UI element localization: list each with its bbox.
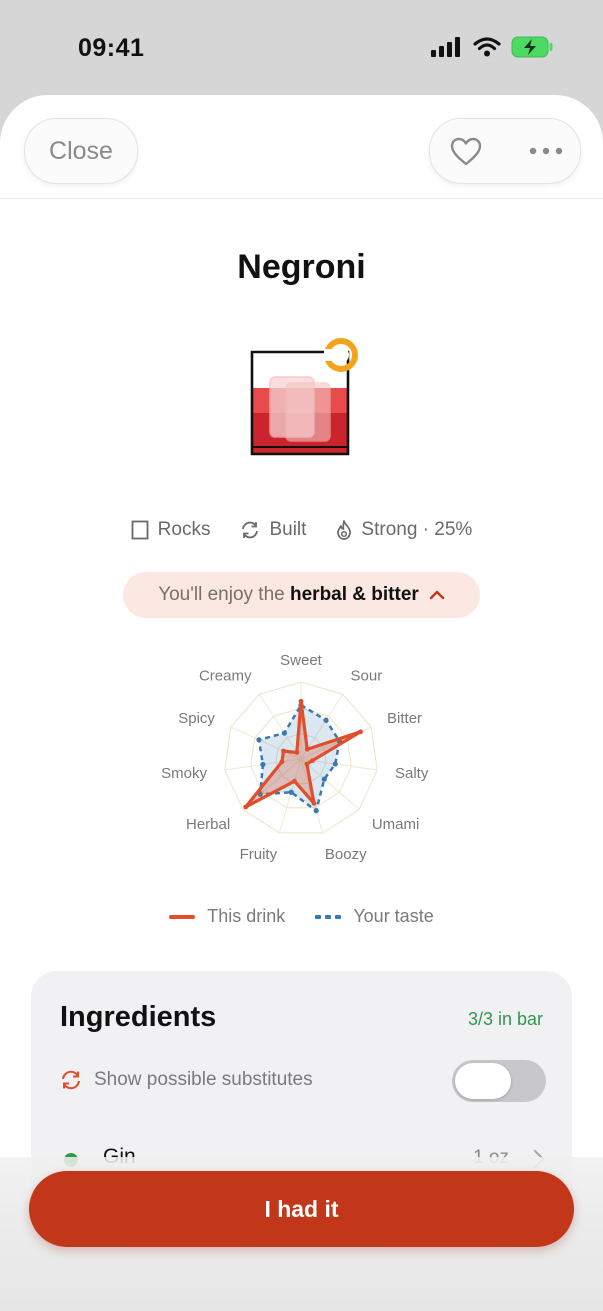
your-taste-point [281,730,287,736]
legend-this-drink-label: This drink [207,906,286,926]
more-dots-icon [529,147,563,155]
drink-meta-row: Rocks Built Strong · 25% [0,519,603,541]
meta-strength: Strong · 25% [336,519,472,541]
heart-icon [450,137,482,166]
status-icons [431,36,553,58]
favorite-button[interactable] [448,135,484,169]
flavor-match-text: You'll enjoy the herbal & bitter [158,584,419,606]
radar-axis-label: Salty [395,765,429,782]
legend-solid-line-icon [169,914,196,919]
this-drink-point [243,804,249,810]
status-time: 09:41 [78,34,145,62]
this-drink-point [298,698,304,704]
chart-legend: This drink Your taste [0,906,603,927]
actions-pill [429,118,581,184]
meta-method-label: Built [269,519,307,540]
this-drink-point [281,748,286,754]
your-taste-point [332,761,338,767]
radar-axis-label: Bitter [387,710,422,727]
i-had-it-button[interactable]: I had it [29,1171,574,1247]
radar-axis-label: Umami [372,816,420,833]
radar-axis-label: Spicy [178,710,215,727]
radar-axis-label: Sour [351,668,383,685]
close-button[interactable]: Close [24,118,138,184]
chevron-up-icon [429,590,445,600]
flavor-match-pill[interactable]: You'll enjoy the herbal & bitter [123,572,480,618]
bottom-action-bar: I had it [0,1157,603,1311]
toggle-knob [455,1063,511,1099]
meta-strength-label: Strong · 25% [361,519,473,540]
legend-this-drink: This drink [169,906,285,927]
radar-axis-label: Smoky [161,765,207,782]
your-taste-point [288,789,294,795]
radar-axis-label: Fruity [240,846,278,863]
meta-glass: Rocks [131,519,211,541]
legend-dashed-line-icon [315,914,342,919]
this-drink-point [294,750,300,755]
legend-your-taste: Your taste [315,906,434,927]
status-bar: 09:41 [0,0,603,95]
rocks-glass-icon [131,520,149,540]
swap-cycle-icon [62,1070,80,1090]
substitutes-label: Show possible substitutes [94,1069,313,1090]
more-options-button[interactable] [526,139,566,163]
substitutes-row: Show possible substitutes [60,1069,313,1091]
drink-detail-sheet: Close Negroni Rocks Built Strong · 25% Y… [0,95,603,1311]
negroni-glass-illustration [250,338,358,456]
flame-icon [337,520,352,540]
your-taste-point [321,776,327,782]
flavor-match-prefix: You'll enjoy the [158,584,285,605]
flavor-radar-chart: Sweet Sour Bitter Salty Umami Boozy Fruity Herb… [161,652,429,863]
cellular-signal-icon [431,37,460,57]
stir-cycle-icon [242,521,259,539]
your-taste-point [313,808,319,814]
this-drink-point [310,758,315,764]
flavor-match-highlight: herbal & bitter [290,584,419,605]
your-taste-point [260,761,266,768]
radar-axis-label: Herbal [186,816,230,833]
radar-axis-label: Boozy [325,846,367,863]
substitutes-toggle[interactable] [452,1060,546,1102]
this-drink-point [292,778,297,784]
your-taste-point [323,717,329,723]
drink-title: Negroni [237,248,366,286]
radar-axis-label: Sweet [280,652,323,669]
ingredients-in-bar-count: 3/3 in bar [467,1009,543,1029]
wifi-icon [473,37,501,57]
top-bar: Close [0,95,603,199]
this-drink-point [304,746,310,752]
battery-charging-icon [511,36,553,58]
ingredients-title: Ingredients [60,1001,217,1033]
your-taste-point [256,737,262,743]
this-drink-point [311,800,317,806]
legend-your-taste-label: Your taste [353,906,434,926]
meta-method: Built [240,519,306,541]
this-drink-point [279,759,285,765]
this-drink-point [304,761,310,767]
radar-axis-label: Creamy [199,668,252,685]
meta-glass-label: Rocks [157,519,211,540]
this-drink-point [358,729,363,735]
